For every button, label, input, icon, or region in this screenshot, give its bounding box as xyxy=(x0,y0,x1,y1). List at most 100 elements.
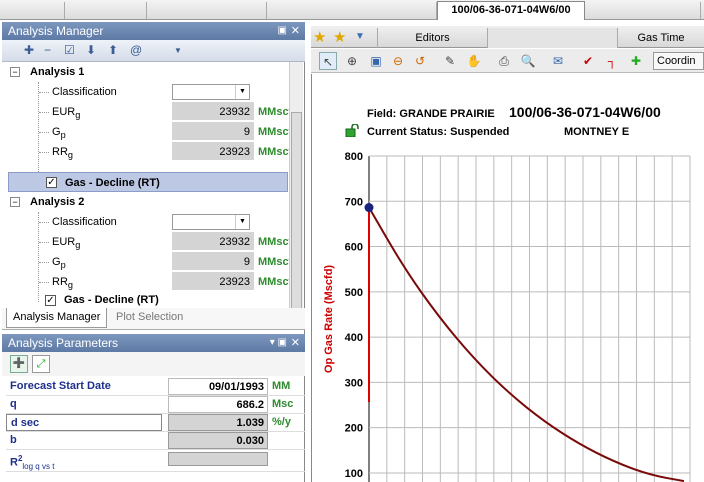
tab-blank[interactable] xyxy=(487,28,617,48)
grid-unit: %/y xyxy=(272,416,291,428)
chevron-down-icon[interactable]: ▼ xyxy=(235,85,249,99)
b-input[interactable]: 0.030 xyxy=(168,432,268,449)
q-input[interactable]: 686.2 xyxy=(168,396,268,413)
chevron-down-icon[interactable]: ▼ xyxy=(355,31,365,42)
close-icon[interactable]: ✕ xyxy=(291,334,300,352)
y-tick-label: 600 xyxy=(345,242,363,254)
param-grid-row: R2log q vs t xyxy=(6,450,305,472)
doc-tab-2[interactable] xyxy=(65,2,147,19)
param-grid-row: b 0.030 xyxy=(6,432,305,450)
param-row: RRg 23923 MMscf xyxy=(2,272,292,292)
forecast-start-marker xyxy=(364,203,374,213)
connect-icon[interactable]: ⤢ xyxy=(32,355,50,373)
classification-select[interactable]: ▼ xyxy=(172,214,250,230)
checkbox-icon[interactable]: ☑ xyxy=(64,43,75,57)
axes-icon[interactable]: ┐ xyxy=(603,52,621,70)
plot-area: Field: GRANDE PRAIRIE 100/06-36-071-04W6… xyxy=(311,74,704,482)
pan-line-icon[interactable]: ✎ xyxy=(441,52,459,70)
analysis-2-row[interactable]: − Analysis 2 xyxy=(2,192,290,212)
star-icon[interactable]: ★ xyxy=(313,28,326,46)
move-up-icon[interactable]: ⬆ xyxy=(108,43,118,57)
method-row[interactable]: ✓ Gas - Decline (RT) xyxy=(2,292,290,306)
scrollbar-thumb[interactable] xyxy=(291,112,302,312)
chevron-down-icon[interactable]: ▼ xyxy=(235,215,249,229)
classification-row: Classification ▼ xyxy=(2,212,290,232)
add-point-icon[interactable]: ✚ xyxy=(627,52,645,70)
doc-tab-3[interactable] xyxy=(147,2,267,19)
comment-icon[interactable]: ✉ xyxy=(549,52,567,70)
analysis-manager-header: Analysis Manager ▣ ✕ xyxy=(2,22,305,40)
remove-icon[interactable]: − xyxy=(44,43,51,57)
at-icon[interactable]: @ xyxy=(130,43,142,57)
method-checkbox[interactable]: ✓ xyxy=(46,177,57,188)
tab-analysis-manager[interactable]: Analysis Manager xyxy=(6,308,108,328)
param-name: RR xyxy=(52,276,68,288)
param-sub: g xyxy=(67,150,73,161)
hand-icon[interactable]: ✋ xyxy=(465,52,483,70)
move-down-icon[interactable]: ⬇ xyxy=(86,43,96,57)
pin-icon[interactable]: ▣ xyxy=(278,22,287,40)
tree-scrollbar[interactable] xyxy=(289,62,303,326)
grid-label: d sec xyxy=(6,414,162,431)
param-unit: MMscf xyxy=(258,106,293,118)
param-grid-row: Forecast Start Date 09/01/1993 MM xyxy=(6,378,305,396)
doc-tab-1[interactable] xyxy=(0,2,65,19)
doc-tab-active[interactable]: 100/06-36-071-04W6/00 xyxy=(437,1,585,20)
param-sub: g xyxy=(75,240,81,251)
doc-tab-4[interactable] xyxy=(267,2,437,19)
y-tick-label: 200 xyxy=(345,423,363,435)
coordinates-button[interactable]: Coordin xyxy=(653,52,704,70)
add-parameter-icon[interactable]: ➕ xyxy=(10,355,28,373)
analysis-parameters-toolbar: ➕ ⤢ xyxy=(2,352,305,376)
star-add-icon[interactable]: ★ xyxy=(333,28,346,46)
param-value: 23932 xyxy=(172,102,254,121)
param-value: 9 xyxy=(172,252,254,271)
d-sec-input[interactable]: 1.039 xyxy=(168,414,268,431)
print-preview-icon[interactable]: 🔍 xyxy=(519,52,537,70)
tree-branch xyxy=(39,262,49,263)
analysis-manager-title: Analysis Manager xyxy=(8,24,104,38)
param-sub: g xyxy=(67,280,73,291)
zoom-box-icon[interactable]: ▣ xyxy=(367,52,385,70)
param-unit: MMscf xyxy=(258,126,293,138)
method-checkbox[interactable]: ✓ xyxy=(45,295,56,306)
pin-icon[interactable]: ▾ ▣ xyxy=(270,334,287,352)
tab-plot-selection[interactable]: Plot Selection xyxy=(110,308,189,328)
decline-chart[interactable]: 100 200 300 400 500 600 700 800 Op Gas Rate (Ms… xyxy=(312,74,704,482)
zoom-in-icon[interactable]: ⊕ xyxy=(343,52,361,70)
classification-label: Classification xyxy=(52,216,117,228)
param-grid-row: q 686.2 Msc xyxy=(6,396,305,414)
chart-grid xyxy=(368,155,691,482)
param-name: EUR xyxy=(52,236,76,248)
param-value: 23932 xyxy=(172,232,254,251)
doc-tab-6[interactable] xyxy=(586,2,701,19)
grid-label: Forecast Start Date xyxy=(10,380,111,392)
classification-row: Classification ▼ xyxy=(2,82,290,102)
pointer-icon[interactable]: ↖ xyxy=(319,52,337,70)
tree-branch xyxy=(39,222,49,223)
check-data-icon[interactable]: ✔ xyxy=(579,52,597,70)
tree-branch xyxy=(39,242,49,243)
forecast-start-date-input[interactable]: 09/01/1993 xyxy=(168,378,268,395)
analysis-1-row[interactable]: − Analysis 1 xyxy=(2,62,290,82)
tab-editors[interactable]: Editors xyxy=(377,28,487,48)
classification-select[interactable]: ▼ xyxy=(172,84,250,100)
r2-value xyxy=(168,452,268,466)
collapse-icon[interactable]: − xyxy=(10,67,20,77)
method-row-selected[interactable]: ✓ Gas - Decline (RT) xyxy=(8,172,288,192)
tree-branch xyxy=(39,152,49,153)
analysis-title: Analysis 2 xyxy=(30,196,85,208)
close-icon[interactable]: ✕ xyxy=(291,22,300,40)
add-icon[interactable]: ✚ xyxy=(24,43,34,57)
collapse-icon[interactable]: − xyxy=(10,197,20,207)
right-pane: ★ ★ ▼ Editors Gas Time ↖ ⊕ ▣ ⊖ ↺ ✎ ✋ ⎙ 🔍… xyxy=(311,22,704,482)
zoom-reset-icon[interactable]: ↺ xyxy=(411,52,429,70)
tab-gas-time[interactable]: Gas Time xyxy=(617,28,704,48)
param-name: G xyxy=(52,256,61,268)
print-icon[interactable]: ⎙ xyxy=(495,52,513,70)
left-pane: Analysis Manager ▣ ✕ ✚ − ☑ ⬇ ⬆ @ ▼ − Ana… xyxy=(2,22,305,482)
method-label: Gas - Decline (RT) xyxy=(64,294,159,306)
dropdown-arrow-icon[interactable]: ▼ xyxy=(174,46,182,55)
r2-label: R xyxy=(10,456,18,469)
zoom-out-icon[interactable]: ⊖ xyxy=(389,52,407,70)
